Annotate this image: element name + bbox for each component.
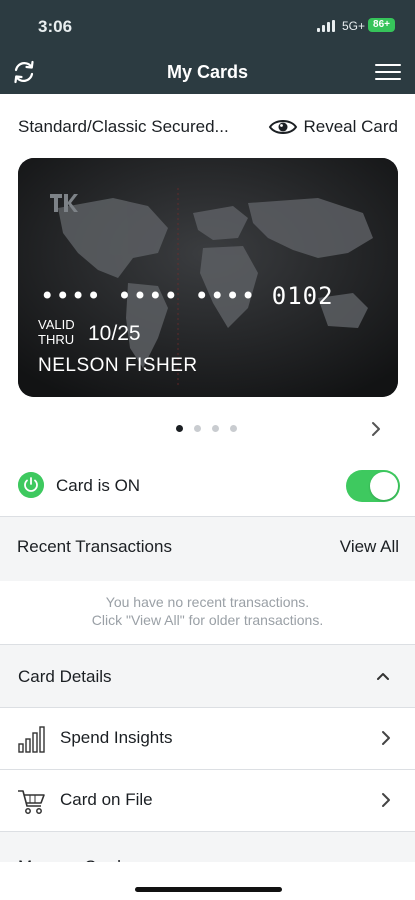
pager-dot[interactable] bbox=[176, 425, 183, 432]
status-bar: 3:06 5G+ 86+ bbox=[0, 0, 415, 50]
pager-dot[interactable] bbox=[212, 425, 219, 432]
status-time: 3:06 bbox=[38, 17, 73, 36]
spend-insights-row[interactable]: Spend Insights bbox=[0, 708, 415, 769]
card-on-toggle[interactable] bbox=[346, 470, 400, 502]
menu-icon[interactable] bbox=[375, 64, 401, 82]
valid-thru-label: VALID THRU bbox=[38, 317, 75, 347]
reveal-card-label: Reveal Card bbox=[303, 117, 399, 136]
app-header: 3:06 5G+ 86+ My Cards bbox=[0, 0, 415, 94]
card-details-header[interactable]: Card Details bbox=[0, 645, 415, 707]
home-indicator-area bbox=[0, 862, 415, 900]
home-indicator[interactable] bbox=[135, 887, 282, 892]
signal-icon bbox=[317, 20, 335, 32]
pager-dot[interactable] bbox=[230, 425, 237, 432]
card-expiry: 10/25 bbox=[88, 322, 141, 345]
recent-transactions-header: Recent Transactions View All bbox=[0, 517, 415, 581]
battery-icon: 86+ bbox=[368, 18, 395, 32]
recent-transactions-title: Recent Transactions bbox=[17, 537, 172, 556]
card-product-name[interactable]: Standard/Classic Secured... bbox=[18, 117, 229, 137]
card-pager[interactable] bbox=[176, 425, 237, 432]
reveal-card-button[interactable]: Reveal Card bbox=[268, 117, 399, 137]
page-title: My Cards bbox=[166, 62, 249, 82]
chevron-right-icon bbox=[382, 793, 390, 807]
empty-transactions-message: You have no recent transactions. Click "… bbox=[91, 594, 324, 628]
card-status-label: Card is ON bbox=[56, 476, 141, 495]
chevron-right-icon[interactable] bbox=[369, 421, 383, 437]
shopping-cart-icon bbox=[18, 790, 45, 814]
card-details-title: Card Details bbox=[18, 667, 112, 686]
eye-icon bbox=[268, 120, 297, 134]
bar-chart-icon bbox=[18, 726, 45, 753]
spend-insights-label: Spend Insights bbox=[60, 728, 173, 747]
pager-dot[interactable] bbox=[194, 425, 201, 432]
chevron-up-icon[interactable] bbox=[376, 671, 390, 681]
power-icon bbox=[18, 472, 44, 498]
card-holder-name: NELSON FISHER bbox=[38, 355, 198, 376]
credit-union-logo bbox=[50, 194, 78, 212]
card-on-file-row[interactable]: Card on File bbox=[0, 770, 415, 831]
chevron-right-icon bbox=[382, 731, 390, 745]
card-on-file-label: Card on File bbox=[60, 790, 153, 809]
credit-card[interactable]: •••• •••• •••• 0102 VALID THRU 10/25 NEL… bbox=[18, 158, 398, 397]
card-status-row: Card is ON bbox=[18, 470, 400, 502]
card-header-row: Standard/Classic Secured... Reveal Card bbox=[18, 115, 398, 139]
navbar: My Cards bbox=[0, 50, 415, 94]
card-number: •••• •••• •••• 0102 bbox=[40, 282, 334, 310]
network-label: 5G+ bbox=[341, 19, 365, 33]
view-all-link[interactable]: View All bbox=[340, 537, 399, 557]
